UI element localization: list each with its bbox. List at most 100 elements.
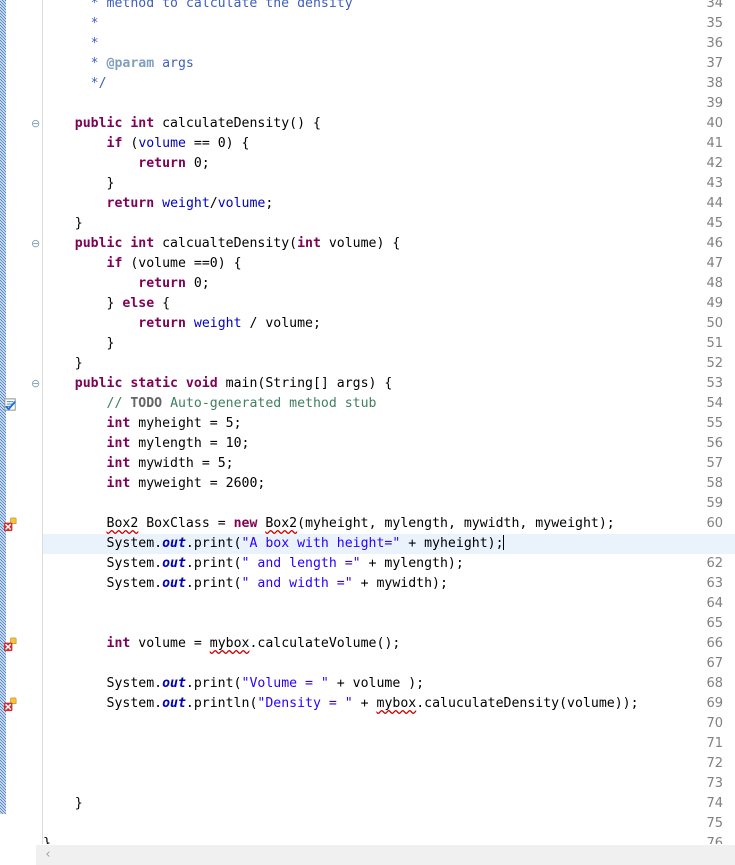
code-line[interactable]: } (43, 354, 735, 374)
error-marker-icon[interactable] (3, 637, 18, 652)
code-token: // (106, 396, 131, 411)
code-line[interactable]: public static void main(String[] args) { (43, 374, 735, 394)
code-line[interactable] (43, 814, 735, 834)
code-line[interactable]: */ (43, 74, 735, 94)
code-line[interactable]: int myweight = 2600; (43, 474, 735, 494)
code-line[interactable]: * @param args (43, 54, 735, 74)
code-line[interactable]: } (43, 334, 735, 354)
code-token: @param (106, 56, 155, 71)
code-token: weight (193, 316, 242, 331)
code-line[interactable] (43, 594, 735, 614)
scrollbar-track[interactable] (36, 845, 735, 865)
code-line[interactable]: * (43, 34, 735, 54)
code-token: / volume; (241, 316, 321, 331)
code-token: volume (138, 136, 186, 151)
code-token: int (106, 416, 131, 431)
code-token: public int (74, 236, 155, 251)
code-token: * (43, 16, 99, 31)
code-token: System. (43, 676, 163, 691)
code-token: args (154, 56, 194, 71)
code-token: System. (43, 556, 163, 571)
code-line[interactable]: } (43, 214, 735, 234)
code-token: if (106, 256, 123, 271)
code-line[interactable]: return weight/volume; (43, 194, 735, 214)
code-line[interactable]: public int calcualteDensity(int volume) … (43, 234, 735, 254)
code-line[interactable]: * (43, 14, 735, 34)
code-line[interactable]: System.out.print("A box with height=" + … (43, 534, 735, 554)
code-line[interactable]: int mywidth = 5; (43, 454, 735, 474)
code-line[interactable] (43, 774, 735, 794)
code-line[interactable]: } (43, 794, 735, 814)
error-token: Box2 (106, 516, 139, 531)
code-line[interactable]: if (volume == 0) { (43, 134, 735, 154)
scroll-left-arrow-icon[interactable]: ‹ (40, 845, 56, 865)
code-line[interactable]: System.out.println("Density = " + mybox.… (43, 694, 735, 714)
code-line[interactable]: int myheight = 5; (43, 414, 735, 434)
code-line[interactable] (43, 94, 735, 114)
code-line[interactable] (43, 754, 735, 774)
code-token: (myheight, mylength, mywidth, myweight); (297, 516, 615, 531)
code-line[interactable]: System.out.print(" and width =" + mywidt… (43, 574, 735, 594)
code-token: } (43, 796, 83, 811)
code-token: out (162, 696, 186, 711)
scrollbar-left-pad (0, 845, 36, 865)
code-token: / (209, 196, 218, 211)
code-line[interactable]: return 0; (43, 154, 735, 174)
code-editor[interactable]: 34 35 36 37 38 39 40 ⊖ 41 42 43 44 45 46 ⊖ 47 48 49 50 51 52… (0, 0, 735, 865)
code-token: + (352, 696, 377, 711)
code-line[interactable]: if (volume ==0) { (43, 254, 735, 274)
todo-marker-icon[interactable] (3, 397, 18, 412)
code-token: + mywidth); (352, 576, 448, 591)
code-line[interactable]: // TODO Auto-generated method stub (43, 394, 735, 414)
code-line[interactable]: * method to calculate the density (43, 0, 735, 14)
code-line[interactable]: return weight / volume; (43, 314, 735, 334)
code-token: public static void (74, 376, 218, 391)
code-line[interactable] (43, 614, 735, 634)
code-line[interactable] (43, 494, 735, 514)
code-line[interactable]: int volume = mybox.calculateVolume(); (43, 634, 735, 654)
horizontal-scrollbar[interactable]: ‹ (0, 844, 735, 865)
error-marker-icon[interactable] (3, 697, 18, 712)
code-token: System. (43, 536, 163, 551)
code-line[interactable]: } else { (43, 294, 735, 314)
code-token: */ (43, 76, 107, 91)
code-line[interactable]: System.out.print(" and length =" + mylen… (43, 554, 735, 574)
code-token: int (106, 636, 131, 651)
annotation-gutter[interactable] (0, 0, 20, 845)
code-text-area[interactable]: * method to calculate the density * * * … (43, 0, 735, 845)
code-line[interactable]: } (43, 174, 735, 194)
code-token: public int (74, 116, 155, 131)
code-line[interactable] (43, 734, 735, 754)
code-token: return (106, 196, 155, 211)
code-token: * method to calculate the density (43, 0, 353, 11)
code-token: 0; (185, 276, 210, 291)
code-token: ( (122, 136, 139, 151)
code-token: + myheight); (400, 536, 504, 551)
code-token: Auto-generated method stub (162, 396, 377, 411)
error-marker-icon[interactable] (3, 517, 18, 532)
code-line[interactable]: return 0; (43, 274, 735, 294)
code-token: } (43, 356, 83, 371)
code-token: .print( (185, 536, 242, 551)
code-token: ; (265, 196, 274, 211)
code-token: out (162, 556, 186, 571)
code-line[interactable]: Box2 BoxClass = new Box2(myheight, mylen… (43, 514, 735, 534)
code-token: " and width =" (241, 576, 353, 591)
code-line[interactable]: public int calculateDensity() { (43, 114, 735, 134)
code-token: mywidth = 5; (130, 456, 234, 471)
code-token: .print( (185, 556, 242, 571)
code-token: (volume ==0) { (122, 256, 242, 271)
code-line[interactable]: System.out.print("Volume = " + volume ); (43, 674, 735, 694)
code-line[interactable]: int mylength = 10; (43, 434, 735, 454)
code-line[interactable] (43, 714, 735, 734)
code-line[interactable] (43, 654, 735, 674)
